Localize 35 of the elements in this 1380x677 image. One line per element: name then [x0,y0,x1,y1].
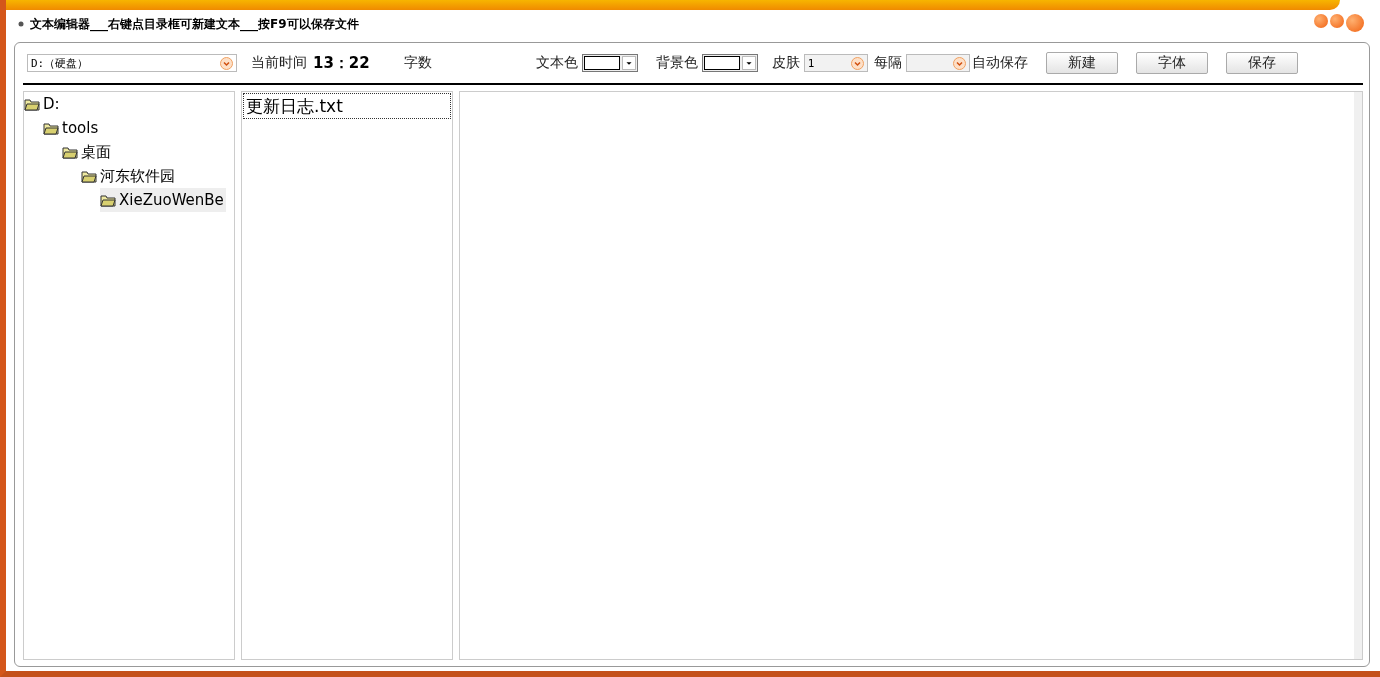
folder-icon [24,97,40,111]
time-label: 当前时间 [251,54,307,72]
toolbar-button[interactable]: 新建 [1045,52,1118,74]
toolbar-button[interactable]: 字体 [1135,52,1208,74]
folder-icon [100,193,116,207]
background-color-picker[interactable] [701,54,758,72]
folder-icon [81,169,97,183]
folder-icon [43,121,59,135]
window-button[interactable] [1330,14,1344,28]
toolbar-button[interactable]: 保存 [1225,52,1298,74]
app-icon [18,21,24,27]
background-color-label: 背景色 [655,54,698,72]
autosave-label: 自动保存 [971,54,1028,72]
tree-item[interactable]: D: [24,92,62,116]
tree-item[interactable]: XieZuoWenBe [100,188,226,212]
chevron-down-icon[interactable] [220,56,233,70]
chevron-down-icon[interactable] [952,56,966,70]
folder-icon [62,145,78,159]
window-button[interactable] [1346,14,1364,32]
tree-item[interactable]: tools [43,116,101,140]
scrollbar[interactable] [1354,92,1362,659]
window-button[interactable] [1314,14,1328,28]
word-count-label: 字数 [403,54,432,72]
chevron-down-icon[interactable] [850,56,864,70]
clock-text: 13：22 [313,53,370,73]
tree-item[interactable]: 桌面 [62,140,113,164]
tree-item[interactable]: 河东软件园 [81,164,177,188]
drive-dropdown[interactable]: D:（硬盘） [27,54,237,72]
file-item[interactable]: 更新日志.txt [243,93,451,119]
interval-label: 每隔 [873,54,902,72]
skin-dropdown[interactable]: 1 [803,54,868,72]
window-title: 文本编辑器___右键点目录框可新建文本___按F9可以保存文件 [30,15,359,33]
text-color-picker[interactable] [581,54,638,72]
skin-label: 皮肤 [771,54,800,72]
text-color-label: 文本色 [535,54,578,72]
